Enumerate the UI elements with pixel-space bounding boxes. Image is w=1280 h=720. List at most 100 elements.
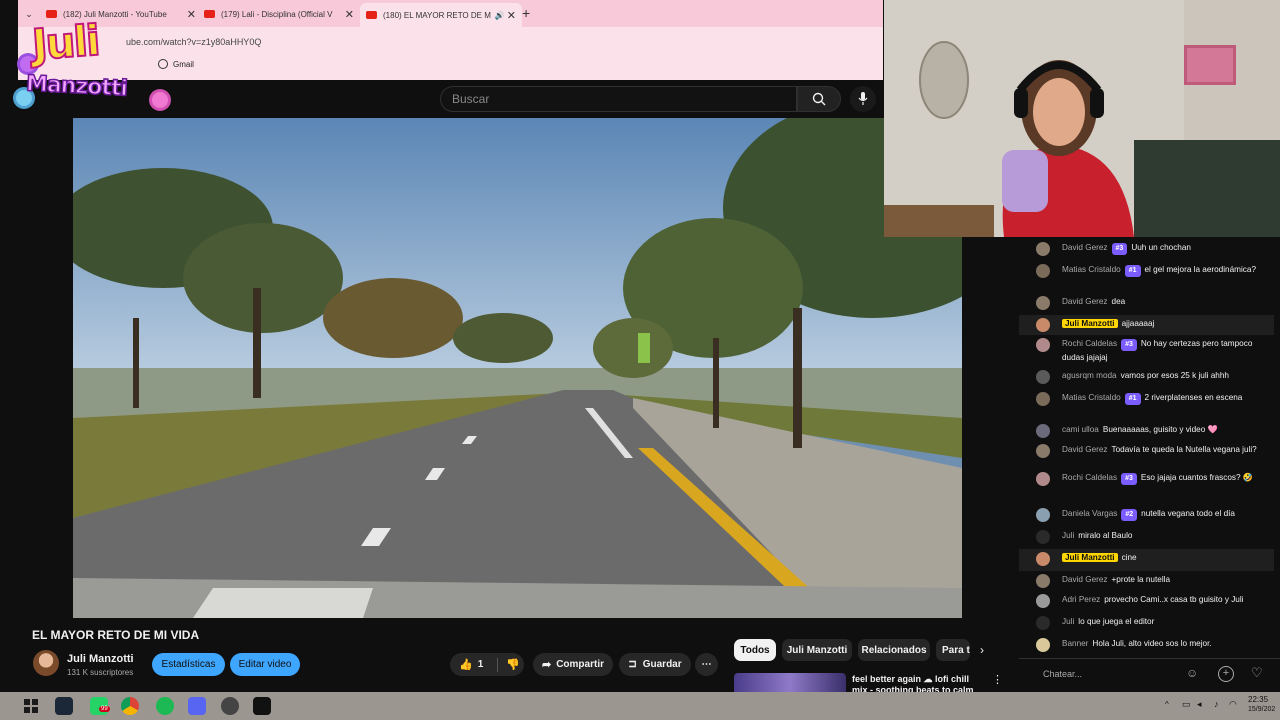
chat-avatar[interactable] bbox=[1036, 594, 1050, 608]
close-tab-icon[interactable]: ✕ bbox=[345, 8, 354, 21]
chat-avatar[interactable] bbox=[1036, 370, 1050, 384]
tab-current-video[interactable]: (180) EL MAYOR RETO DE M 🔊 ✕ bbox=[360, 3, 522, 27]
thumbs-up-icon[interactable]: 👍 bbox=[459, 658, 473, 671]
chat-message[interactable]: David Gerez Todavía te queda la Nutella v… bbox=[1019, 441, 1274, 469]
chat-message[interactable]: Juli lo que juega el editor bbox=[1019, 613, 1274, 635]
chat-author[interactable]: Juli Manzotti bbox=[1062, 553, 1118, 562]
clock-time[interactable]: 22:35 bbox=[1248, 695, 1268, 704]
chat-avatar[interactable] bbox=[1036, 392, 1050, 406]
chat-author[interactable]: Juli Manzotti bbox=[1062, 319, 1118, 328]
chat-avatar[interactable] bbox=[1036, 472, 1050, 486]
chat-author[interactable]: agusrqm moda bbox=[1062, 371, 1117, 380]
search-input[interactable]: Buscar bbox=[440, 86, 797, 112]
chat-avatar[interactable] bbox=[1036, 508, 1050, 522]
like-count[interactable]: 1 bbox=[478, 659, 484, 670]
chat-message[interactable]: Daniela Vargas #2 nutella vegana todo el d… bbox=[1019, 505, 1274, 527]
chip-todos[interactable]: Todos bbox=[734, 639, 776, 661]
chat-avatar[interactable] bbox=[1036, 338, 1050, 352]
chat-avatar[interactable] bbox=[1036, 242, 1050, 256]
chip-para-ti[interactable]: Para t bbox=[936, 639, 970, 661]
chat-message[interactable]: Rochi Caldelas #3 Eso jajaja cuantos frasc… bbox=[1019, 469, 1274, 505]
chat-author[interactable]: David Gerez bbox=[1062, 243, 1108, 252]
steam-icon[interactable] bbox=[55, 697, 73, 715]
windows-start-icon[interactable] bbox=[24, 699, 38, 713]
stats-button[interactable]: Estadísticas bbox=[152, 653, 225, 676]
recommended-more-icon[interactable]: ⋮ bbox=[992, 673, 1003, 686]
recommended-title[interactable]: feel better again ☁ lofi chill mix - soo… bbox=[852, 674, 982, 694]
address-field[interactable]: ube.com/watch?v=z1y80aHHY0Q bbox=[126, 33, 866, 51]
chat-message[interactable]: Adri Perez provecho Cami..x casa tb guisi… bbox=[1019, 591, 1274, 613]
channel-name[interactable]: Juli Manzotti bbox=[67, 653, 134, 665]
emoji-icon[interactable]: ☺ bbox=[1186, 666, 1198, 680]
heart-reaction-icon[interactable]: ♡ bbox=[1251, 665, 1263, 681]
chat-avatar[interactable] bbox=[1036, 616, 1050, 630]
chat-avatar[interactable] bbox=[1036, 530, 1050, 544]
chat-author[interactable]: Banner bbox=[1062, 639, 1088, 648]
chat-author[interactable]: Adri Perez bbox=[1062, 595, 1100, 604]
recording-app-icon[interactable] bbox=[221, 697, 239, 715]
close-tab-icon[interactable]: ✕ bbox=[187, 8, 196, 21]
tray-network-icon[interactable]: ▭ bbox=[1182, 699, 1191, 710]
chat-message[interactable]: David Gerez +prote la nutella bbox=[1019, 571, 1274, 591]
add-super-chat-icon[interactable]: + bbox=[1218, 666, 1234, 682]
spotify-icon[interactable] bbox=[156, 697, 174, 715]
tab-lali-disciplina[interactable]: (179) Lali - Disciplina (Official V ✕ bbox=[204, 4, 354, 24]
chat-author[interactable]: Juli bbox=[1062, 617, 1074, 626]
tray-chevron-icon[interactable]: ^ bbox=[1165, 700, 1169, 709]
tray-volume-icon[interactable]: ◂ bbox=[1197, 699, 1202, 710]
share-button[interactable]: ➦ Compartir bbox=[533, 653, 613, 676]
chat-message[interactable]: Juli miralo al Baulo bbox=[1019, 527, 1274, 549]
chat-avatar[interactable] bbox=[1036, 318, 1050, 332]
chat-message[interactable]: agusrqm moda vamos por esos 25 k juli ahh… bbox=[1019, 367, 1274, 389]
speaker-icon[interactable]: 🔊 bbox=[495, 11, 505, 20]
chat-avatar[interactable] bbox=[1036, 296, 1050, 310]
chat-message-body: David Gerez Todavía te queda la Nutella v… bbox=[1062, 443, 1270, 456]
chat-author[interactable]: Juli bbox=[1062, 531, 1074, 540]
chips-next-chevron-icon[interactable]: › bbox=[980, 643, 984, 657]
chat-avatar[interactable] bbox=[1036, 264, 1050, 278]
chat-author[interactable]: Rochi Caldelas bbox=[1062, 339, 1117, 348]
tray-wifi-icon[interactable]: ◠ bbox=[1229, 699, 1237, 710]
chat-avatar[interactable] bbox=[1036, 638, 1050, 652]
chrome-icon[interactable] bbox=[121, 697, 139, 715]
chat-avatar[interactable] bbox=[1036, 574, 1050, 588]
save-button[interactable]: ⊐ Guardar bbox=[619, 653, 691, 676]
chat-author[interactable]: David Gerez bbox=[1062, 445, 1108, 454]
chat-message[interactable]: Rochi Caldelas #3 No hay certezas pero tam… bbox=[1019, 335, 1274, 367]
more-actions-button[interactable]: ⋯ bbox=[695, 653, 718, 676]
tiktok-icon[interactable] bbox=[253, 697, 271, 715]
search-button[interactable] bbox=[797, 86, 841, 112]
chip-relacionados[interactable]: Relacionados bbox=[858, 639, 930, 661]
channel-avatar[interactable] bbox=[33, 650, 59, 676]
tray-mic-icon[interactable]: ♪ bbox=[1214, 699, 1219, 709]
voice-search-button[interactable] bbox=[850, 86, 876, 112]
chat-author[interactable]: David Gerez bbox=[1062, 575, 1108, 584]
chat-message[interactable]: Matias Cristaldo #1 el gel mejora la aerod… bbox=[1019, 261, 1274, 293]
clock-date[interactable]: 15/9/202 bbox=[1248, 706, 1275, 713]
chat-author[interactable]: Matias Cristaldo bbox=[1062, 393, 1121, 402]
chat-message[interactable]: Banner Hola Juli, alto video sos lo mejor… bbox=[1019, 635, 1274, 657]
chat-avatar[interactable] bbox=[1036, 444, 1050, 458]
chip-juli-manzotti[interactable]: Juli Manzotti bbox=[782, 639, 852, 661]
chat-author[interactable]: cami ulloa bbox=[1062, 425, 1099, 434]
edit-video-button[interactable]: Editar video bbox=[230, 653, 300, 676]
discord-icon[interactable] bbox=[188, 697, 206, 715]
chat-author[interactable]: Rochi Caldelas bbox=[1062, 473, 1117, 482]
chat-author[interactable]: Daniela Vargas bbox=[1062, 509, 1117, 518]
close-tab-icon[interactable]: ✕ bbox=[507, 9, 516, 22]
video-player[interactable] bbox=[73, 118, 962, 618]
recommended-thumbnail[interactable] bbox=[734, 673, 846, 693]
chat-message[interactable]: cami ulloa Buenaaaaas, guisito y video 🩷 bbox=[1019, 421, 1274, 441]
chat-message[interactable]: Juli Manzotti cine bbox=[1019, 549, 1274, 571]
chat-avatar[interactable] bbox=[1036, 552, 1050, 566]
chat-message[interactable]: Matias Cristaldo #1 2 riverplatenses en es… bbox=[1019, 389, 1274, 421]
chat-author[interactable]: David Gerez bbox=[1062, 297, 1108, 306]
chat-message[interactable]: Juli Manzotti ajjaaaaaj bbox=[1019, 315, 1274, 335]
chat-message[interactable]: David Gerez dea bbox=[1019, 293, 1274, 315]
chat-message[interactable]: David Gerez #3 Uuh un chochan bbox=[1019, 239, 1274, 261]
new-tab-button[interactable]: + bbox=[522, 5, 530, 21]
chat-author[interactable]: Matias Cristaldo bbox=[1062, 265, 1121, 274]
chat-avatar[interactable] bbox=[1036, 424, 1050, 438]
whatsapp-icon[interactable]: 99 bbox=[90, 697, 110, 715]
thumbs-down-icon[interactable]: 👎 bbox=[506, 658, 520, 671]
